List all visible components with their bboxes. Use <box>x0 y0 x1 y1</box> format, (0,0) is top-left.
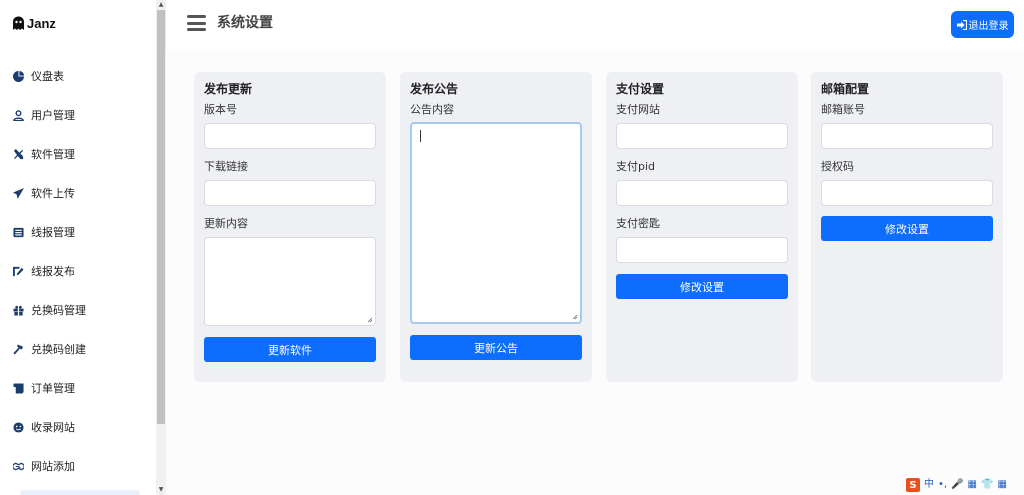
sidebar-item-label: 收录网站 <box>31 421 75 434</box>
sidebar-item-upload[interactable]: 软件上传 <box>0 175 156 211</box>
ghost-logo-icon <box>13 16 24 30</box>
scroll-up-arrow-icon[interactable]: ▲ <box>156 0 166 10</box>
scroll-thumb[interactable] <box>157 10 165 424</box>
card-title: 支付设置 <box>616 82 665 96</box>
logout-label: 退出登录 <box>968 21 1009 32</box>
smile-icon <box>13 421 24 433</box>
sidebar-item-dashboard[interactable]: 仪盘表 <box>0 58 156 94</box>
card-payment: 支付设置 支付网站 支付pid 支付密匙 修改设置 <box>606 72 798 382</box>
scroll-down-arrow-icon[interactable]: ▼ <box>156 485 166 495</box>
skin-icon[interactable]: 👕 <box>981 478 993 492</box>
top-header: 系统设置 退出登录 <box>166 0 1024 50</box>
download-link-label: 下载链接 <box>204 160 248 173</box>
sidebar-item-label: 线报发布 <box>31 265 75 278</box>
card-title: 邮箱配置 <box>821 82 870 96</box>
sogou-logo-icon[interactable]: S <box>906 478 920 492</box>
handshake-icon <box>13 462 24 470</box>
sidebar-item-partial <box>20 490 140 495</box>
payment-pid-input[interactable] <box>616 180 788 206</box>
logout-button[interactable]: 退出登录 <box>951 11 1014 38</box>
mail-account-input[interactable] <box>821 123 993 149</box>
sidebar-item-label: 用户管理 <box>31 109 75 122</box>
sidebar-item-orders[interactable]: 订单管理 <box>0 370 156 406</box>
payment-site-label: 支付网站 <box>616 103 660 116</box>
notice-content-textarea[interactable] <box>410 122 582 324</box>
card-title: 发布公告 <box>410 82 459 96</box>
brand-name: Janz <box>27 15 56 31</box>
payment-key-input[interactable] <box>616 237 788 263</box>
pie-chart-icon <box>13 70 24 82</box>
sidebar-item-sites[interactable]: 收录网站 <box>0 409 156 445</box>
sign-out-icon <box>956 19 967 30</box>
card-title: 发布更新 <box>204 82 253 96</box>
update-content-textarea[interactable] <box>204 237 376 326</box>
page-title: 系统设置 <box>217 15 273 31</box>
sidebar-item-codes[interactable]: 兑换码管理 <box>0 292 156 328</box>
mail-account-label: 邮箱账号 <box>821 103 865 116</box>
sidebar-item-label: 线报管理 <box>31 226 75 239</box>
sidebar-item-label: 软件上传 <box>31 187 75 200</box>
auth-code-label: 授权码 <box>821 160 854 173</box>
text-caret <box>420 130 421 142</box>
sidebar-item-code-create[interactable]: 兑换码创建 <box>0 331 156 367</box>
sidebar-item-label: 仪盘表 <box>31 70 64 83</box>
payment-site-input[interactable] <box>616 123 788 149</box>
toolbox-icon[interactable]: ▦ <box>997 478 1006 492</box>
sidebar-scrollbar[interactable]: ▲ ▼ <box>156 0 166 495</box>
resize-grip-icon[interactable] <box>367 317 373 323</box>
sidebar-item-reports[interactable]: 线报管理 <box>0 214 156 250</box>
paper-plane-icon <box>13 187 24 199</box>
sidebar-item-label: 软件管理 <box>31 148 75 161</box>
main-content: 发布更新 版本号 下载链接 更新内容 更新软件 发布公告 公告内容 更新公告 支… <box>166 50 1024 495</box>
card-mail: 邮箱配置 邮箱账号 授权码 修改设置 <box>811 72 1003 382</box>
sidebar-item-label: 兑换码创建 <box>31 343 86 356</box>
resize-grip-icon[interactable] <box>572 314 578 320</box>
update-notice-button[interactable]: 更新公告 <box>410 335 582 360</box>
scroll-icon <box>13 382 24 394</box>
auth-code-input[interactable] <box>821 180 993 206</box>
card-update: 发布更新 版本号 下载链接 更新内容 更新软件 <box>194 72 386 382</box>
payment-pid-label: 支付pid <box>616 160 656 173</box>
sidebar-item-label: 订单管理 <box>31 382 75 395</box>
update-software-button[interactable]: 更新软件 <box>204 337 376 362</box>
sidebar: Janz 仪盘表 用户管理 软件管理 软件上传 线报管理 线报发布 兑换码管理 … <box>0 0 156 495</box>
list-icon <box>13 227 24 237</box>
app-window: Janz 仪盘表 用户管理 软件管理 软件上传 线报管理 线报发布 兑换码管理 … <box>0 0 1024 495</box>
ime-toolbar[interactable]: S 中 •, 🎤 ▦ 👕 ▦ <box>906 477 1020 493</box>
user-icon <box>13 109 24 121</box>
update-content-label: 更新内容 <box>204 217 248 230</box>
payment-key-label: 支付密匙 <box>616 217 660 230</box>
card-notice: 发布公告 公告内容 更新公告 <box>400 72 592 382</box>
ime-language[interactable]: 中 <box>924 478 934 492</box>
sidebar-item-site-add[interactable]: 网站添加 <box>0 448 156 484</box>
ime-punctuation[interactable]: •, <box>938 478 947 492</box>
tools-icon <box>13 148 24 159</box>
edit-icon <box>13 266 24 276</box>
notice-content-label: 公告内容 <box>410 103 454 116</box>
keyboard-icon[interactable]: ▦ <box>968 478 977 492</box>
sidebar-item-label: 兑换码管理 <box>31 304 86 317</box>
version-input[interactable] <box>204 123 376 149</box>
download-link-input[interactable] <box>204 180 376 206</box>
save-payment-button[interactable]: 修改设置 <box>616 274 788 299</box>
sidebar-item-software[interactable]: 软件管理 <box>0 136 156 172</box>
menu-toggle-icon[interactable] <box>187 15 206 31</box>
version-label: 版本号 <box>204 103 237 116</box>
hammer-icon <box>13 343 24 355</box>
gift-icon <box>13 305 24 316</box>
sidebar-item-label: 网站添加 <box>31 460 75 473</box>
save-mail-button[interactable]: 修改设置 <box>821 216 993 241</box>
sidebar-item-users[interactable]: 用户管理 <box>0 97 156 133</box>
brand[interactable]: Janz <box>12 14 56 32</box>
microphone-icon[interactable]: 🎤 <box>951 478 963 492</box>
sidebar-item-publish[interactable]: 线报发布 <box>0 253 156 289</box>
